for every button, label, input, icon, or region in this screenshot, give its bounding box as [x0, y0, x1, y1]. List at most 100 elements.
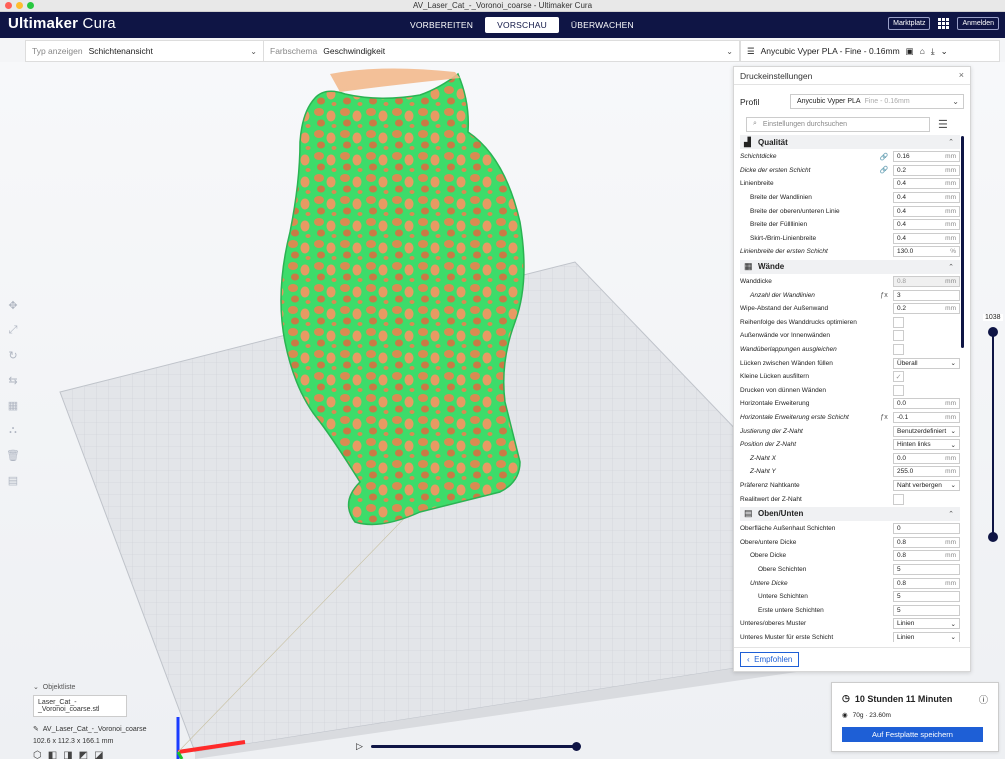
object-list-toggle[interactable]: ⌄ Objektliste — [33, 683, 147, 691]
setting-checkbox[interactable]: ✓ — [893, 371, 904, 383]
tab-prepare[interactable]: VORBEREITEN — [398, 17, 485, 33]
setting-input[interactable]: 0.8 mm — [893, 276, 960, 288]
chevron-down-icon: ⌄ — [950, 428, 956, 436]
chevron-up-icon: ⌃ — [948, 139, 954, 146]
view-type-select[interactable]: Typ anzeigen Schichtenansicht ⌄ — [26, 41, 264, 61]
info-icon[interactable]: ⓘ — [979, 693, 988, 706]
window-title: AV_Laser_Cat_-_Voronoi_coarse - Ultimake… — [412, 1, 593, 10]
print-settings-selector[interactable]: ☰ Anycubic Vyper PLA - Fine - 0.16mm ▣ ⌂… — [740, 40, 1000, 62]
setting-row: Untere Dicke 0.8 mm — [740, 576, 960, 590]
support-icon: ▣ — [905, 45, 914, 56]
setting-select[interactable]: Linien ⌄ — [893, 631, 960, 642]
support-blocker-icon[interactable]: ⛬ — [5, 422, 21, 438]
print-settings-panel: Druckeinstellungen × Profil Anycubic Vyp… — [733, 66, 971, 672]
setting-input[interactable]: 0.4 mm — [893, 178, 960, 190]
setting-input[interactable]: 0.8 mm — [893, 550, 960, 562]
profile-select[interactable]: Anycubic Vyper PLA Fine - 0.16mm ⌄ — [790, 94, 964, 109]
setting-row: Erste untere Schichten 5 — [740, 603, 960, 617]
setting-input[interactable]: 3 — [893, 289, 960, 301]
marketplace-button[interactable]: Marktplatz — [888, 17, 931, 30]
setting-select[interactable]: Überall ⌄ — [893, 357, 960, 369]
scale-tool-icon[interactable]: ⤢ — [5, 322, 21, 338]
setting-checkbox[interactable] — [893, 493, 904, 505]
view-left-icon[interactable]: ◩ — [79, 750, 88, 759]
arrange-tool-icon[interactable]: ▤ — [5, 472, 21, 488]
setting-row: Skirt-/Brim-Linienbreite 0.4 mm — [740, 232, 960, 246]
view-toolbar: Typ anzeigen Schichtenansicht ⌄ Farbsche… — [25, 40, 740, 62]
setting-input[interactable]: 0 — [893, 523, 960, 535]
setting-checkbox[interactable] — [893, 384, 904, 396]
setting-input[interactable]: 5 — [893, 563, 960, 575]
layer-slider-top-handle[interactable] — [988, 327, 998, 337]
setting-input[interactable]: 0.4 mm — [893, 205, 960, 217]
tab-monitor[interactable]: ÜBERWACHEN — [559, 17, 646, 33]
app-header: Ultimaker Cura VORBEREITEN VORSCHAU ÜBER… — [0, 12, 1005, 38]
setting-row: Kleine Lücken ausfiltern ✓ — [740, 370, 960, 384]
setting-row: Unteres Muster für erste Schicht Linien ⌄ — [740, 631, 960, 642]
setting-select[interactable]: Naht verbergen ⌄ — [893, 479, 960, 491]
panel-title: Druckeinstellungen — [740, 70, 813, 81]
chevron-down-icon: ⌄ — [726, 47, 733, 56]
apps-grid-icon[interactable] — [938, 18, 950, 29]
category-topbottom[interactable]: ▤ Oben/Unten ⌃ — [740, 506, 960, 521]
setting-input[interactable]: -0.1 mm — [893, 411, 960, 423]
close-icon[interactable]: × — [959, 70, 964, 80]
chevron-down-icon: ⌄ — [950, 360, 956, 368]
setting-checkbox[interactable] — [893, 344, 904, 356]
view-3d-icon[interactable]: ⬡ — [33, 750, 42, 759]
setting-input[interactable]: 130.0% — [893, 246, 960, 258]
setting-row: Breite der Füllllinien 0.4 mm — [740, 218, 960, 232]
path-slider-handle[interactable] — [571, 742, 581, 751]
setting-input[interactable]: 0.2 mm — [893, 164, 960, 176]
setting-input[interactable]: 0.8 mm — [893, 536, 960, 548]
setting-checkbox[interactable] — [893, 330, 904, 342]
setting-input[interactable]: 5 — [893, 591, 960, 603]
setting-checkbox[interactable] — [893, 316, 904, 328]
delete-tool-icon[interactable]: 🗑 — [5, 447, 21, 463]
setting-row: Position der Z-Naht Hinten links ⌄ — [740, 438, 960, 452]
rotate-tool-icon[interactable]: ↻ — [5, 347, 21, 363]
setting-select[interactable]: Hinten links ⌄ — [893, 439, 960, 451]
setting-input[interactable]: 0.0 mm — [893, 398, 960, 410]
clock-icon: ◷ — [842, 693, 850, 703]
setting-row: Untere Schichten 5 — [740, 590, 960, 604]
setting-row: Oberfläche Außenhaut Schichten 0 — [740, 522, 960, 536]
setting-input[interactable]: 0.4 mm — [893, 219, 960, 231]
settings-scrollbar[interactable] — [961, 136, 964, 642]
signin-button[interactable]: Anmelden — [957, 17, 999, 30]
setting-select[interactable]: Benutzerdefiniert ⌄ — [893, 425, 960, 437]
setting-input[interactable]: 0.2 mm — [893, 303, 960, 315]
play-icon[interactable]: ▷ — [356, 741, 363, 752]
setting-row: Breite der Wandlinien 0.4 mm — [740, 191, 960, 205]
setting-input[interactable]: 0.4 mm — [893, 192, 960, 204]
setting-input[interactable]: 0.16 mm — [893, 151, 960, 163]
view-right-icon[interactable]: ◪ — [94, 750, 103, 759]
recommended-button[interactable]: ‹ Empfohlen — [740, 652, 800, 667]
setting-row: Reihenfolge des Wanddrucks optimieren — [740, 316, 960, 330]
view-top-icon[interactable]: ◨ — [63, 750, 72, 759]
per-model-settings-icon[interactable]: ▦ — [5, 397, 21, 413]
setting-row: Präferenz Nahtkante Naht verbergen ⌄ — [740, 479, 960, 493]
settings-search-input[interactable]: ⌕ Einstellungen durchsuchen — [746, 116, 930, 132]
object-file-item[interactable]: Laser_Cat_-_Voronoi_coarse.stl — [33, 695, 127, 717]
tab-preview[interactable]: VORSCHAU — [485, 17, 559, 33]
category-walls[interactable]: ▦ Wände ⌃ — [740, 259, 960, 274]
setting-input[interactable]: 0.0 mm — [893, 452, 960, 464]
view-front-icon[interactable]: ◧ — [48, 750, 57, 759]
chevron-down-icon: ⌄ — [950, 634, 956, 642]
setting-input[interactable]: 255.0 mm — [893, 466, 960, 478]
layer-slider[interactable] — [988, 327, 998, 542]
move-tool-icon[interactable]: ✥ — [5, 297, 21, 313]
setting-input[interactable]: 5 — [893, 604, 960, 616]
path-slider[interactable] — [370, 742, 581, 751]
setting-input[interactable]: 0.8 mm — [893, 577, 960, 589]
color-scheme-select[interactable]: Farbschema Geschwindigkeit ⌄ — [264, 41, 739, 61]
mirror-tool-icon[interactable]: ⇆ — [5, 372, 21, 388]
setting-select[interactable]: Linien ⌄ — [893, 618, 960, 630]
layer-slider-bottom-handle[interactable] — [988, 532, 998, 542]
setting-row: Außenwände vor Innenwänden — [740, 329, 960, 343]
category-quality[interactable]: ▟ Qualität ⌃ — [740, 135, 960, 149]
save-to-disk-button[interactable]: Auf Festplatte speichern — [842, 727, 983, 742]
setting-input[interactable]: 0.4 mm — [893, 232, 960, 244]
settings-menu-icon[interactable]: ☰ — [938, 118, 948, 131]
